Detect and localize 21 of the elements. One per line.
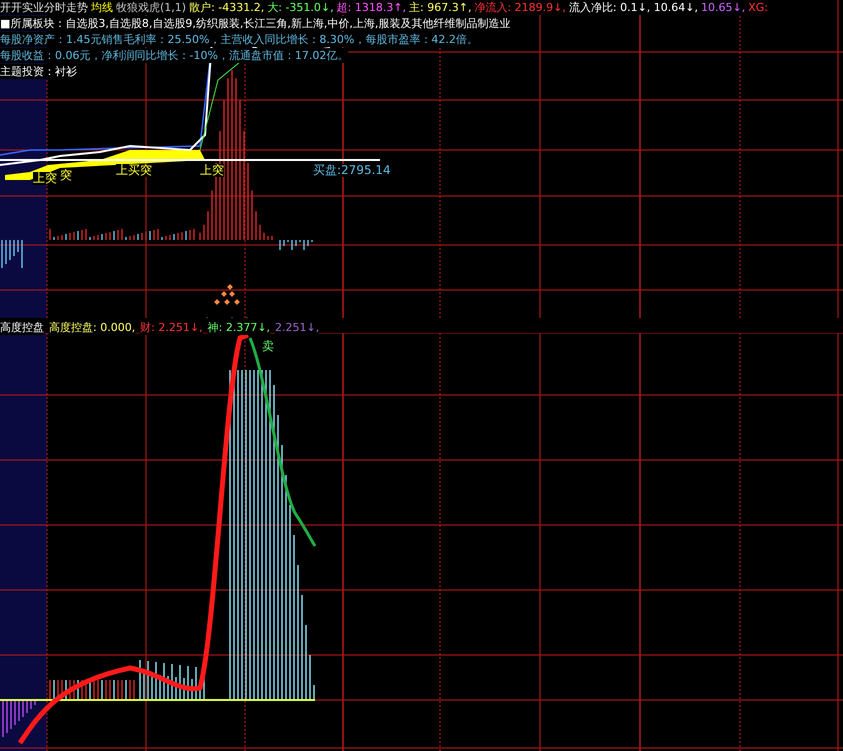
indicator-value: 财: 2.251↓, bbox=[140, 320, 203, 335]
header-field: 散户: -4331.2, bbox=[189, 0, 264, 15]
signal-label: 突 bbox=[60, 169, 72, 182]
indicator-value: 2.251↓, bbox=[275, 320, 320, 335]
signal-label: 上突 bbox=[33, 172, 57, 185]
signal-label: 买盘:2795.14 bbox=[313, 164, 391, 177]
signal-label: 卖 bbox=[262, 340, 274, 353]
header-field: 牧狼戏虎(1,1) bbox=[116, 0, 186, 15]
signal-label: 上买突 bbox=[116, 164, 152, 177]
header-field: 10.65↓, bbox=[701, 0, 746, 15]
indicator-value: 高度控盘: 0.000, bbox=[49, 320, 136, 335]
signal-label: 上突 bbox=[200, 164, 224, 177]
header-field: 流入净比: 0.1↓, 10.64↓, bbox=[568, 0, 698, 15]
indicator-value: 神: 2.377↓, bbox=[208, 320, 270, 335]
header-field: 大: -351.0↓, bbox=[267, 0, 334, 15]
indicator-title: 高度控盘 bbox=[0, 320, 44, 335]
header-field: 超: 1318.3↑, bbox=[336, 0, 406, 15]
header-field: 开开实业分时走势 bbox=[0, 0, 88, 15]
header-field: 均线 bbox=[91, 0, 113, 15]
header-field: 主: 967.3↑, bbox=[409, 0, 472, 15]
header-field: 净流入: 2189.9↓, bbox=[474, 0, 566, 15]
